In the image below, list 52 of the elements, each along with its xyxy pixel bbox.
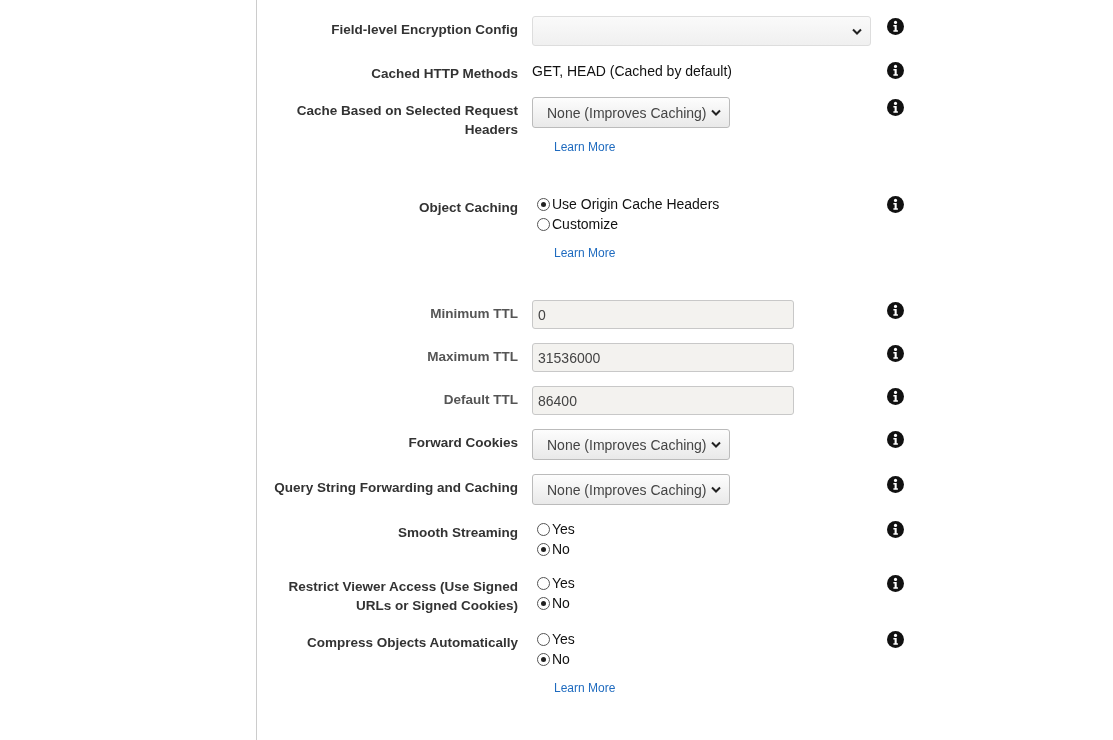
radio-label: Yes	[552, 630, 575, 649]
field-label: Forward Cookies	[407, 434, 518, 452]
radio-button[interactable]	[537, 632, 550, 646]
field-label: Cached HTTP Methods	[370, 65, 518, 83]
field-label: Restrict Viewer Access (Use Signed URLs or Signed Cookies)	[287, 578, 518, 615]
radio-label: No	[552, 594, 570, 613]
info-icon[interactable]	[887, 18, 904, 35]
field-label: Minimum TTL	[429, 305, 518, 323]
field-label: Default TTL	[442, 391, 518, 409]
learn-more-link[interactable]: Learn More	[554, 246, 616, 260]
radio-button[interactable]	[537, 217, 550, 231]
info-icon[interactable]	[887, 99, 904, 116]
dropdown-button[interactable]: None (Improves Caching)	[532, 429, 730, 460]
radio-button[interactable]	[537, 197, 550, 211]
info-icon[interactable]	[887, 388, 904, 405]
select-field[interactable]	[532, 16, 871, 46]
info-icon[interactable]	[887, 476, 904, 493]
radio-button[interactable]	[537, 652, 550, 666]
field-label: Smooth Streaming	[397, 524, 518, 542]
field-label: Field-level Encryption Config	[330, 21, 518, 39]
radio-button[interactable]	[537, 542, 550, 556]
info-icon[interactable]	[887, 631, 904, 648]
radio-label: No	[552, 540, 570, 559]
info-icon[interactable]	[887, 62, 904, 79]
learn-more-link[interactable]: Learn More	[554, 140, 616, 154]
chevron-down-icon	[710, 441, 721, 448]
info-icon[interactable]	[887, 575, 904, 592]
radio-button[interactable]	[537, 522, 550, 536]
radio-label: No	[552, 650, 570, 669]
dropdown-button[interactable]: None (Improves Caching)	[532, 97, 730, 128]
field-label: Query String Forwarding and Caching	[273, 479, 518, 497]
radio-label: Yes	[552, 520, 575, 539]
info-icon[interactable]	[887, 521, 904, 538]
info-icon[interactable]	[887, 345, 904, 362]
value-text: GET, HEAD (Cached by default)	[532, 62, 732, 81]
chevron-down-icon	[852, 27, 862, 35]
radio-button[interactable]	[537, 576, 550, 590]
info-icon[interactable]	[887, 196, 904, 213]
dropdown-button[interactable]: None (Improves Caching)	[532, 474, 730, 505]
radio-label: Use Origin Cache Headers	[552, 195, 720, 214]
field-label: Cache Based on Selected Request Headers	[295, 102, 518, 139]
radio-label: Customize	[552, 215, 619, 234]
radio-button[interactable]	[537, 596, 550, 610]
radio-label: Yes	[552, 574, 575, 593]
field-label: Compress Objects Automatically	[305, 634, 518, 652]
field-label: Object Caching	[418, 199, 518, 217]
chevron-down-icon	[710, 486, 721, 493]
info-icon[interactable]	[887, 431, 904, 448]
field-label: Maximum TTL	[426, 348, 518, 366]
info-icon[interactable]	[887, 302, 904, 319]
chevron-down-icon	[710, 109, 721, 116]
learn-more-link[interactable]: Learn More	[554, 681, 616, 695]
